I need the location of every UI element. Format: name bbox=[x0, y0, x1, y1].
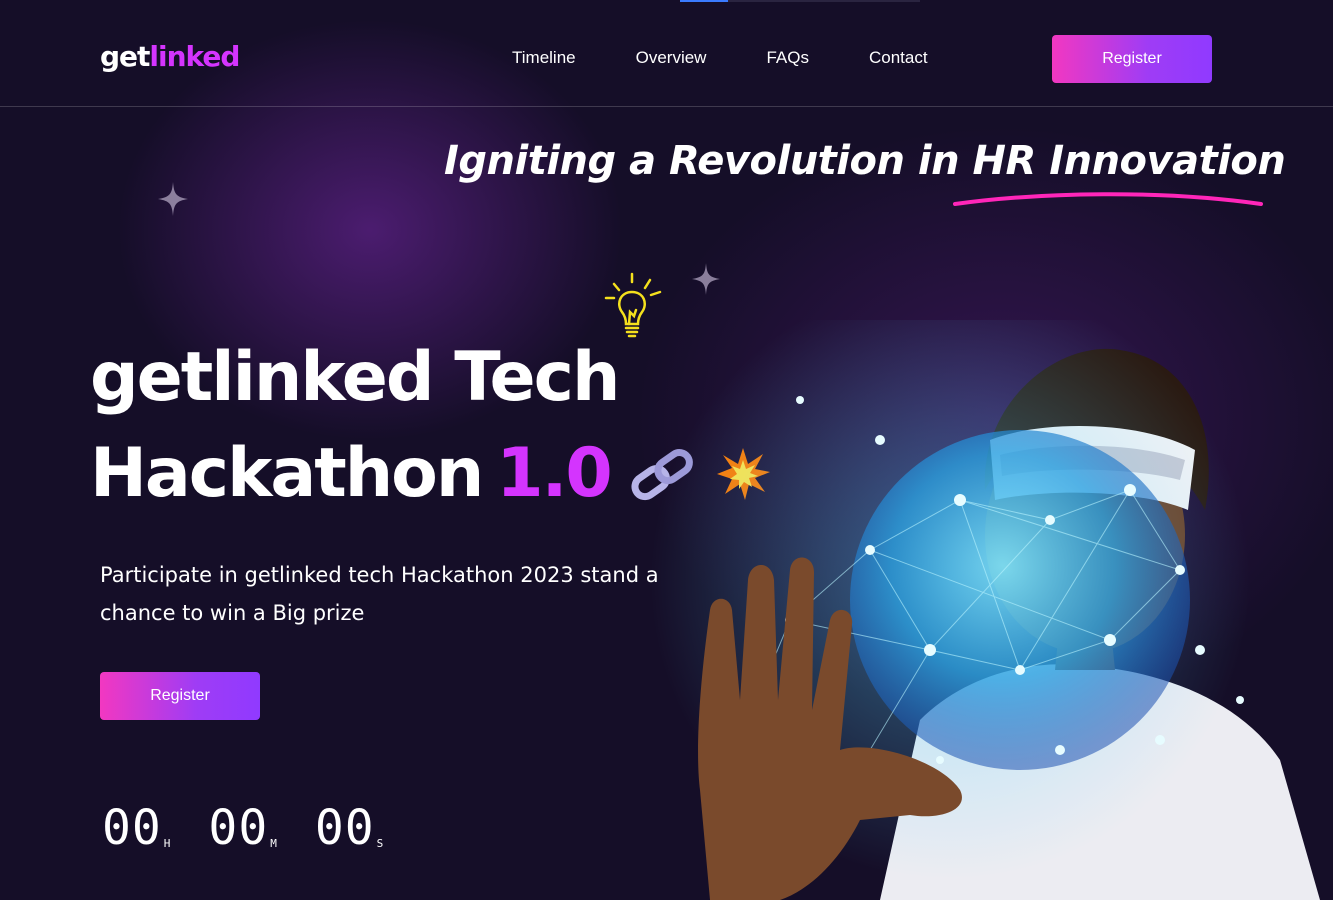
logo-text-linked: linked bbox=[149, 40, 240, 73]
countdown-minutes: 00 M bbox=[208, 800, 276, 856]
site-header: getlinked Timeline Overview FAQs Contact… bbox=[0, 0, 1333, 107]
hero-illustration bbox=[650, 320, 1320, 900]
hero-tagline: Igniting a Revolution in HR Innovation bbox=[444, 138, 1286, 184]
hero-register-button[interactable]: Register bbox=[100, 672, 260, 720]
nav-timeline[interactable]: Timeline bbox=[512, 48, 576, 68]
hero-subtitle: Participate in getlinked tech Hackathon … bbox=[100, 563, 659, 625]
sparkle-star-icon bbox=[158, 182, 188, 216]
countdown-seconds: 00 S bbox=[315, 800, 383, 856]
countdown-hours-value: 00 bbox=[102, 800, 162, 856]
tagline-main: Igniting a Revolution in bbox=[444, 138, 973, 184]
tagline-highlight: HR Innovation bbox=[972, 138, 1286, 184]
sparkle-star-icon bbox=[692, 263, 720, 295]
nav-contact[interactable]: Contact bbox=[869, 48, 928, 68]
hero-title-version: 1.0 bbox=[496, 434, 612, 513]
hero-title-hackathon: Hackathon bbox=[90, 434, 484, 513]
countdown-minutes-label: M bbox=[270, 837, 277, 850]
countdown-hours: 00 H bbox=[102, 800, 170, 856]
header-register-button[interactable]: Register bbox=[1052, 35, 1212, 83]
nav-faqs[interactable]: FAQs bbox=[766, 48, 809, 68]
logo-text-get: get bbox=[100, 40, 150, 73]
countdown-timer: 00 H 00 M 00 S bbox=[102, 800, 383, 856]
main-nav: Timeline Overview FAQs Contact bbox=[512, 48, 928, 68]
logo[interactable]: getlinked bbox=[100, 40, 240, 73]
countdown-seconds-value: 00 bbox=[314, 800, 375, 856]
countdown-minutes-value: 00 bbox=[208, 800, 269, 856]
nav-overview[interactable]: Overview bbox=[636, 48, 707, 68]
tagline-underline bbox=[953, 192, 1263, 206]
countdown-seconds-label: S bbox=[376, 837, 384, 850]
countdown-hours-label: H bbox=[163, 837, 171, 850]
